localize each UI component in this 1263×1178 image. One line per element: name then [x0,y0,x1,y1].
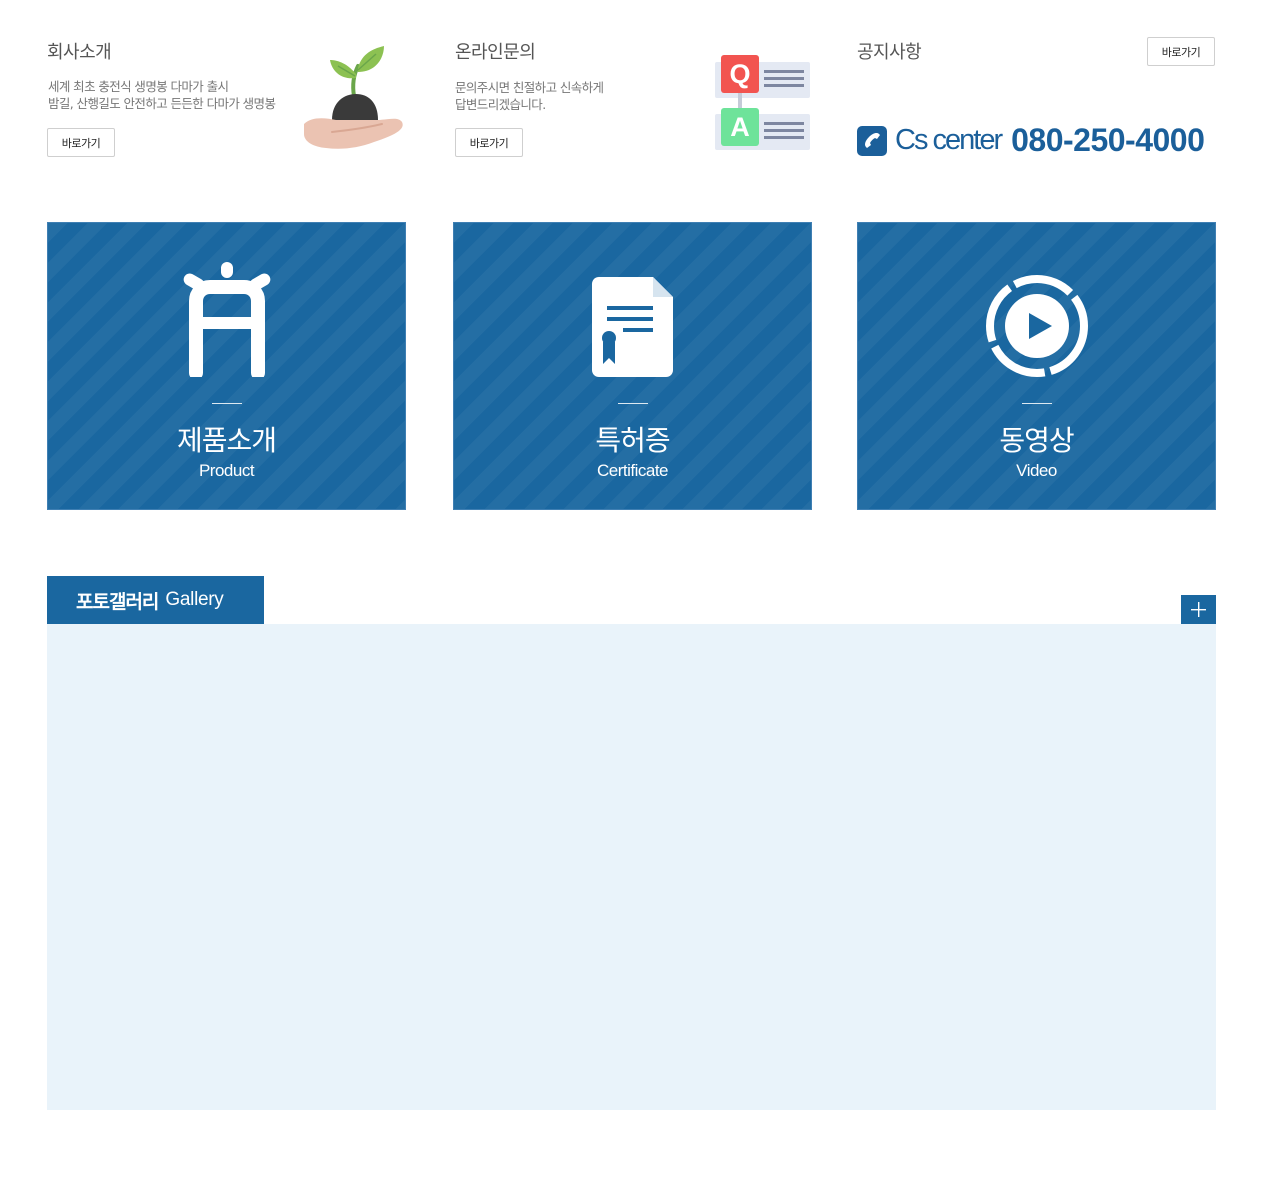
gallery-more-button[interactable] [1181,595,1216,624]
qa-icon: Q A [714,54,812,154]
gallery-title-ko: 포토갤러리 [76,590,159,613]
company-desc-line2: 밤길, 산행길도 안전하고 든든한 다마가 생명봉 [48,96,276,111]
q-letter: Q [729,58,751,89]
notice-go-button[interactable]: 바로가기 [1147,37,1215,66]
plus-icon [1191,602,1206,617]
gallery-tab[interactable]: 포토갤러리 Gallery [47,576,264,624]
plant-in-hand-icon [304,46,403,149]
inquiry-desc-line1: 문의주시면 친절하고 신속하게 [455,80,604,95]
company-desc: 세계 최초 충전식 생명봉 다마가 출시 밤길, 산행길도 안전하고 든든한 다… [48,78,276,112]
tile-video[interactable]: 동영상 Video [857,222,1216,510]
tile-product-subtitle: Product [198,461,255,480]
tile-video-subtitle: Video [1016,461,1057,480]
cs-number: 080-250-4000 [1011,122,1205,158]
tile-certificate-subtitle: Certificate [596,461,669,480]
a-letter: A [730,111,750,142]
certificate-icon [591,277,673,377]
company-go-button[interactable]: 바로가기 [47,128,115,157]
product-icon [183,262,270,377]
gallery-area [47,624,1216,1110]
tile-certificate-title: 특허증 [595,424,670,457]
notice-title: 공지사항 [857,42,922,63]
tile-video-title: 동영상 [999,424,1074,457]
tile-divider [211,403,242,404]
tile-certificate[interactable]: 특허증 Certificate [453,222,812,510]
play-icon [985,275,1088,377]
tile-product[interactable]: 제품소개 Product [47,222,406,510]
company-title: 회사소개 [47,42,112,63]
phone-icon [857,125,887,156]
tile-divider [617,403,648,404]
company-desc-line1: 세계 최초 충전식 생명봉 다마가 출시 [48,79,229,94]
tile-product-title: 제품소개 [176,424,277,457]
cs-label: Cs center [895,124,1003,156]
inquiry-title: 온라인문의 [455,42,536,63]
inquiry-desc-line2: 답변드리겠습니다. [455,97,546,112]
gallery-title-en: Gallery [165,589,224,610]
inquiry-desc: 문의주시면 친절하고 신속하게 답변드리겠습니다. [455,79,604,113]
inquiry-go-button[interactable]: 바로가기 [455,128,523,157]
tile-divider [1021,403,1052,404]
cs-center: Cs center 080-250-4000 [857,122,1205,159]
